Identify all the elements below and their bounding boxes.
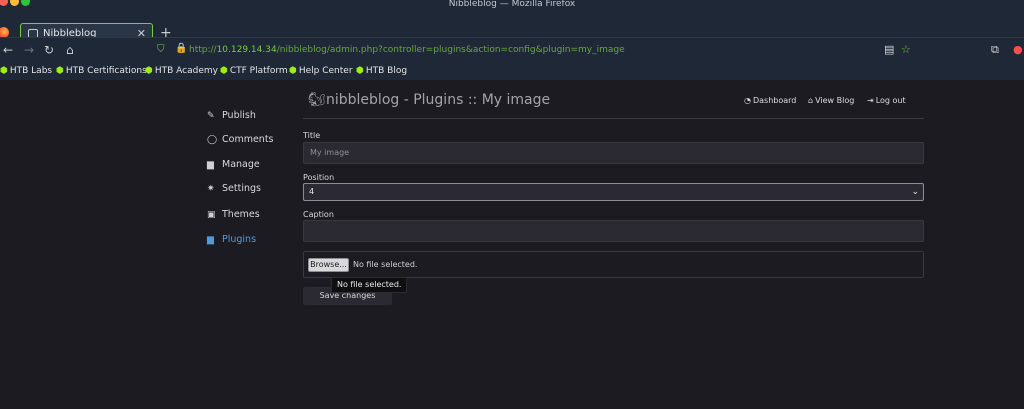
sidebar-item-label: Themes — [222, 209, 260, 220]
navigation-bar: ← → ↻ ⌂ ⛉ 🔒 http://10.129.14.34/nibblebl… — [0, 37, 1024, 62]
sidebar-item-publish[interactable]: ✎ Publish — [207, 108, 256, 124]
dashboard-link[interactable]: ◔ Dashboard — [744, 95, 796, 106]
window-titlebar: Nibbleblog — Mozilla Firefox — [0, 0, 1024, 10]
home-icon: ⌂ — [808, 96, 814, 105]
url-host: 10.129.14.34 — [216, 45, 277, 55]
bookmark-htb-labs[interactable]: ⬢ HTB Labs — [0, 65, 52, 77]
position-select[interactable]: 4 ⌄ — [303, 183, 924, 201]
log-out-link[interactable]: ⇥ Log out — [867, 95, 906, 106]
bookmark-htb-academy[interactable]: ⬢ HTB Academy — [145, 65, 218, 77]
page-content: ✎ Publish ◯ Comments ▆ Manage ✷ Settings ▣ Th… — [0, 80, 1024, 409]
caption-input[interactable] — [303, 220, 924, 242]
log-out-icon: ⇥ — [867, 96, 874, 105]
htb-cube-icon: ⬢ — [0, 66, 8, 76]
title-input[interactable]: My image — [303, 142, 924, 164]
position-selected-value: 4 — [309, 187, 315, 196]
page-title: nibbleblog - Plugins :: My image — [326, 92, 551, 108]
title-label: Title — [303, 131, 321, 140]
sidebar-item-comments[interactable]: ◯ Comments — [207, 132, 274, 148]
file-upload-field: Browse... No file selected. — [303, 251, 924, 278]
reader-view-icon[interactable]: ▤ — [884, 44, 894, 56]
caption-label: Caption — [303, 210, 334, 219]
htb-cube-icon: ⬢ — [220, 66, 228, 76]
htb-cube-icon: ⬢ — [56, 66, 64, 76]
tracking-shield-icon[interactable]: ⛉ — [157, 44, 165, 55]
browse-button[interactable]: Browse... — [308, 258, 349, 272]
sidebar-item-label: Publish — [222, 110, 256, 121]
home-icon[interactable]: ⌂ — [66, 43, 74, 57]
file-tooltip: No file selected. — [331, 277, 408, 293]
gear-icon: ✷ — [207, 184, 215, 194]
reload-icon[interactable]: ↻ — [44, 43, 54, 57]
sidebar-item-label: Manage — [222, 159, 260, 170]
extension-red-icon[interactable]: ● — [1013, 44, 1023, 56]
view-blog-link[interactable]: ⌂ View Blog — [808, 95, 854, 106]
url-bar[interactable]: http://10.129.14.34/nibbleblog/admin.php… — [189, 44, 625, 56]
header-divider — [303, 118, 924, 119]
chevron-down-icon: ⌄ — [911, 187, 919, 197]
sidebar-item-manage[interactable]: ▆ Manage — [207, 157, 260, 173]
image-icon: ▣ — [207, 210, 216, 220]
bookmark-star-icon[interactable]: ☆ — [901, 44, 911, 56]
window-title: Nibbleblog — Mozilla Firefox — [448, 0, 576, 9]
url-path: /nibbleblog/admin.php?controller=plugins… — [276, 45, 625, 55]
sidebar-item-themes[interactable]: ▣ Themes — [207, 207, 260, 223]
nibbleblog-logo-icon: 🐿 — [308, 92, 326, 108]
sidebar-item-label: Settings — [222, 183, 261, 194]
lock-icon[interactable]: 🔒 — [175, 43, 187, 54]
htb-cube-icon: ⬢ — [145, 66, 153, 76]
sidebar-item-label: Plugins — [222, 234, 257, 245]
htb-cube-icon: ⬢ — [289, 66, 297, 76]
sidebar-item-plugins[interactable]: ▆ Plugins — [207, 232, 256, 248]
htb-cube-icon: ⬢ — [356, 66, 364, 76]
bookmark-htb-blog[interactable]: ⬢ HTB Blog — [356, 65, 407, 77]
bookmark-htb-certifications[interactable]: ⬢ HTB Certifications — [56, 65, 147, 77]
sidebar-item-settings[interactable]: ✷ Settings — [207, 181, 261, 197]
file-status-text: No file selected. — [353, 260, 418, 269]
url-scheme: http:// — [189, 45, 217, 55]
bookmarks-bar: ⬢ HTB Labs ⬢ HTB Certifications ⬢ HTB Acade… — [0, 62, 1024, 80]
bookmark-help-center[interactable]: ⬢ Help Center — [289, 65, 353, 77]
tab-strip: Nibbleblog ✕ + — [0, 10, 1024, 45]
dashboard-icon: ◔ — [744, 96, 751, 105]
folder-icon: ▆ — [207, 235, 214, 245]
bookmark-ctf-platform[interactable]: ⬢ CTF Platform — [220, 65, 288, 77]
folder-icon: ▆ — [207, 160, 214, 170]
position-label: Position — [303, 173, 335, 182]
comment-icon: ◯ — [207, 135, 218, 145]
pencil-icon: ✎ — [207, 111, 215, 121]
forward-arrow-icon[interactable]: → — [24, 43, 34, 57]
sidebar-item-label: Comments — [222, 134, 274, 145]
extension-icon[interactable]: ⧉ — [991, 44, 999, 56]
back-arrow-icon[interactable]: ← — [3, 43, 13, 57]
